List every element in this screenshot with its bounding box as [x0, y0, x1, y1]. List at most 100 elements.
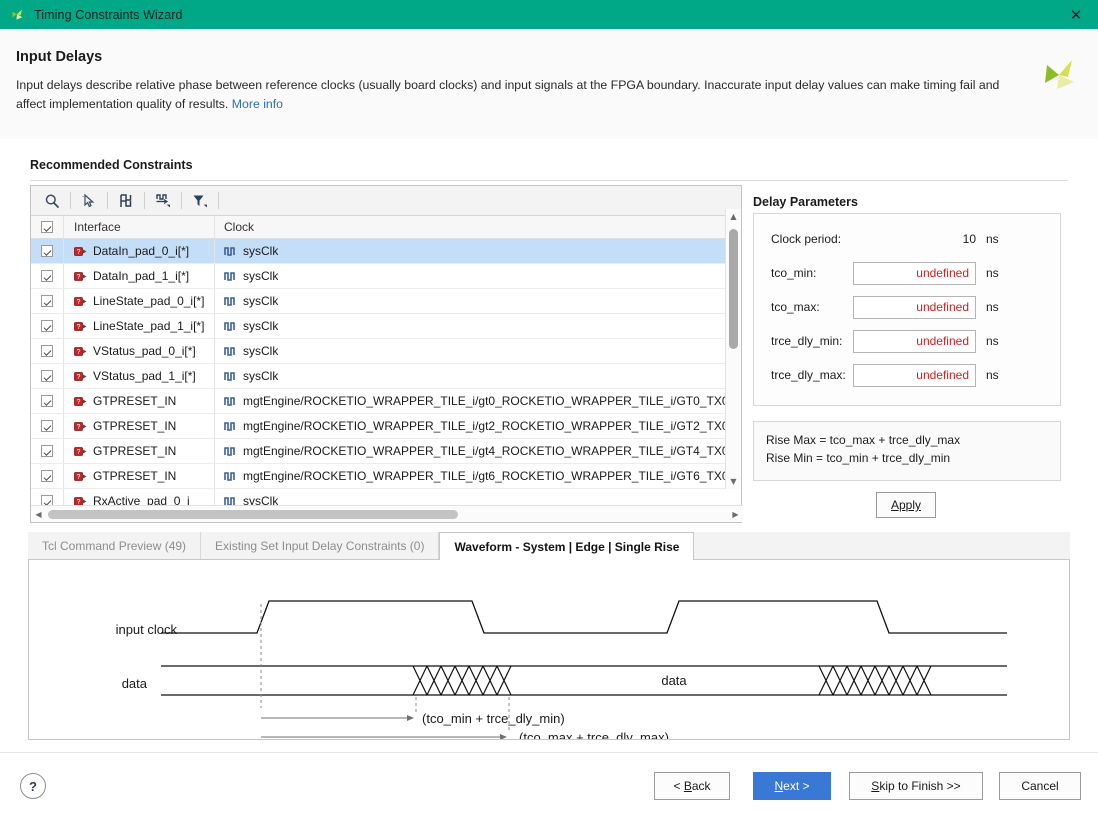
clock-waveform-icon [224, 346, 235, 356]
group-by-clock-icon[interactable] [146, 188, 180, 214]
back-button-label: < Back [673, 779, 711, 793]
column-header-interface[interactable]: Interface [64, 216, 215, 238]
cell-interface-label: GTPRESET_IN [93, 394, 177, 408]
back-button[interactable]: < Back [654, 772, 730, 800]
more-info-link[interactable]: More info [232, 97, 283, 111]
row-checkbox-cell[interactable] [31, 364, 64, 388]
svg-text:input clock: input clock [116, 622, 178, 637]
cancel-button[interactable]: Cancel [999, 772, 1081, 800]
row-checkbox-cell[interactable] [31, 289, 64, 313]
table-vertical-scrollbar[interactable]: ▲ ▼ [725, 209, 741, 489]
table-row[interactable]: ? GTPRESET_IN mgtEngine/ROCKETIO_WRAPPER… [31, 439, 741, 464]
row-checkbox[interactable] [41, 395, 53, 407]
row-checkbox[interactable] [41, 445, 53, 457]
interface-port-icon: ? [74, 471, 87, 481]
row-checkbox-cell[interactable] [31, 339, 64, 363]
svg-text:?: ? [77, 374, 81, 381]
row-checkbox[interactable] [41, 470, 53, 482]
next-button-label: Next > [774, 779, 810, 793]
vertical-scroll-track[interactable] [726, 224, 741, 474]
table-toolbar [31, 186, 741, 216]
interface-port-icon: ? [74, 296, 87, 306]
row-checkbox[interactable] [41, 370, 53, 382]
brand-logo-icon [1045, 60, 1074, 89]
svg-text:?: ? [77, 274, 81, 281]
tab-0[interactable]: Tcl Command Preview (49) [28, 532, 202, 559]
formula-box: Rise Max = tco_max + trce_dly_max Rise M… [753, 421, 1061, 481]
filter-icon[interactable] [183, 188, 217, 214]
row-checkbox-cell[interactable] [31, 439, 64, 463]
cell-clock: sysClk [215, 364, 741, 388]
row-checkbox-cell[interactable] [31, 414, 64, 438]
tab-1[interactable]: Existing Set Input Delay Constraints (0) [201, 532, 440, 559]
cell-clock: sysClk [215, 339, 741, 363]
row-checkbox-cell[interactable] [31, 314, 64, 338]
waveform-panel: input clock data data (tco_min + trce_dl… [28, 560, 1070, 740]
cell-clock-label: mgtEngine/ROCKETIO_WRAPPER_TILE_i/gt0_RO… [243, 394, 729, 408]
waveform-diagram: input clock data data (tco_min + trce_dl… [116, 600, 1007, 739]
table-row[interactable]: ? DataIn_pad_0_i[*] sysClk [31, 239, 741, 264]
row-checkbox-cell[interactable] [31, 264, 64, 288]
help-button[interactable]: ? [20, 773, 46, 799]
table-row[interactable]: ? GTPRESET_IN mgtEngine/ROCKETIO_WRAPPER… [31, 389, 741, 414]
vertical-scroll-thumb[interactable] [729, 229, 738, 349]
page-description: Input delays describe relative phase bet… [16, 76, 1006, 114]
table-row[interactable]: ? GTPRESET_IN mgtEngine/ROCKETIO_WRAPPER… [31, 464, 741, 489]
clock-waveform-icon [224, 246, 235, 256]
horizontal-scroll-thumb[interactable] [48, 509, 458, 519]
horizontal-scroll-track[interactable] [46, 506, 728, 523]
window-title: Timing Constraints Wizard [34, 7, 183, 22]
apply-button[interactable]: Apply [876, 492, 936, 518]
scroll-up-icon[interactable]: ▲ [726, 209, 741, 224]
column-header-clock[interactable]: Clock [215, 216, 741, 238]
interface-port-icon: ? [74, 246, 87, 256]
clock-waveform-icon [224, 321, 235, 331]
trce_dly_min-input[interactable]: undefined [853, 329, 976, 353]
trce_dly_max-input[interactable]: undefined [853, 363, 976, 387]
row-checkbox-cell[interactable] [31, 239, 64, 263]
table-row[interactable]: ? LineState_pad_1_i[*] sysClk [31, 314, 741, 339]
page-title: Input Delays [16, 49, 103, 65]
scroll-down-icon[interactable]: ▼ [726, 474, 741, 489]
svg-text:data: data [661, 673, 687, 688]
auto-fit-icon[interactable] [109, 188, 143, 214]
tab-2[interactable]: Waveform - System | Edge | Single Rise [439, 532, 695, 560]
toolbar-divider [181, 192, 182, 209]
close-icon[interactable]: ✕ [1054, 0, 1098, 29]
row-checkbox[interactable] [41, 245, 53, 257]
cell-clock-label: mgtEngine/ROCKETIO_WRAPPER_TILE_i/gt2_RO… [243, 419, 729, 433]
select-all-checkbox[interactable] [41, 221, 53, 233]
row-checkbox-cell[interactable] [31, 464, 64, 488]
select-all-checkbox-cell[interactable] [31, 216, 64, 238]
row-checkbox[interactable] [41, 345, 53, 357]
scroll-right-icon[interactable]: ▶ [728, 510, 743, 519]
table-row[interactable]: ? VStatus_pad_0_i[*] sysClk [31, 339, 741, 364]
row-checkbox-cell[interactable] [31, 389, 64, 413]
skip-to-finish-button[interactable]: Skip to Finish >> [849, 772, 983, 800]
tco_max-input[interactable]: undefined [853, 295, 976, 319]
select-all-icon[interactable] [72, 188, 106, 214]
timing-constraints-wizard-window: Timing Constraints Wizard ✕ Input Delays… [0, 0, 1098, 819]
tab-strip: Tcl Command Preview (49) Existing Set Inp… [28, 532, 1070, 560]
tco_min-input[interactable]: undefined [853, 261, 976, 285]
table-row[interactable]: ? VStatus_pad_1_i[*] sysClk [31, 364, 741, 389]
table-horizontal-scrollbar[interactable]: ◀ ▶ [31, 505, 743, 522]
table-row[interactable]: ? LineState_pad_0_i[*] sysClk [31, 289, 741, 314]
row-checkbox[interactable] [41, 420, 53, 432]
table-row[interactable]: ? GTPRESET_IN mgtEngine/ROCKETIO_WRAPPER… [31, 414, 741, 439]
scroll-left-icon[interactable]: ◀ [31, 510, 46, 519]
row-checkbox[interactable] [41, 320, 53, 332]
row-checkbox[interactable] [41, 295, 53, 307]
table-row[interactable]: ? DataIn_pad_1_i[*] sysClk [31, 264, 741, 289]
clockperiod-unit: ns [986, 232, 999, 246]
cell-interface-label: GTPRESET_IN [93, 444, 177, 458]
delay-parameter-row: tco_max: undefined ns [754, 295, 1062, 319]
cell-clock-label: mgtEngine/ROCKETIO_WRAPPER_TILE_i/gt6_RO… [243, 469, 729, 483]
row-checkbox[interactable] [41, 270, 53, 282]
toolbar-divider [70, 192, 71, 209]
cell-clock: mgtEngine/ROCKETIO_WRAPPER_TILE_i/gt2_RO… [215, 414, 741, 438]
trce_dly_min-unit: ns [986, 334, 999, 348]
search-icon[interactable] [35, 188, 69, 214]
table-body: ? DataIn_pad_0_i[*] sysClk ? DataIn_pad_… [31, 239, 741, 519]
next-button[interactable]: Next > [753, 772, 831, 800]
